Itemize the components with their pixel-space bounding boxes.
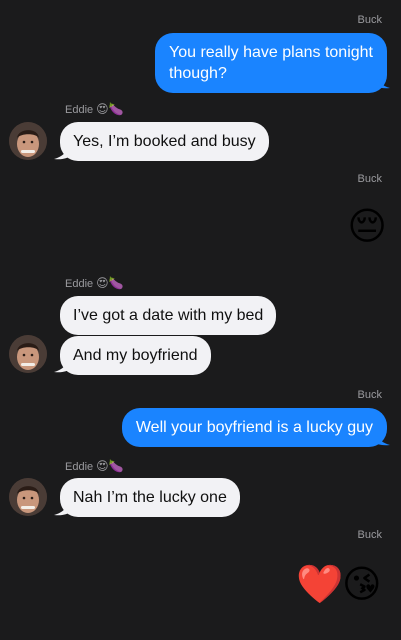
sender-emoji: 😍🍆 bbox=[96, 102, 124, 116]
chat-transcript: Buck You really have plans tonight thoug… bbox=[0, 0, 401, 640]
bubble-tail bbox=[54, 498, 70, 516]
message-bubble-incoming[interactable]: Yes, I’m booked and busy bbox=[60, 122, 269, 161]
bubble-tail bbox=[54, 355, 70, 373]
sender-name-text: Eddie bbox=[65, 461, 94, 473]
sender-name: Eddie 😍🍆 bbox=[65, 459, 124, 473]
avatar[interactable] bbox=[9, 335, 47, 373]
message-bubble-incoming[interactable]: And my boyfriend bbox=[60, 336, 211, 375]
sender-emoji: 😍🍆 bbox=[96, 459, 124, 473]
sender-name: Buck bbox=[357, 173, 382, 185]
bubble-tail bbox=[374, 71, 390, 89]
kiss-emoji[interactable]: 😘 bbox=[342, 562, 382, 606]
avatar-photo-icon bbox=[9, 122, 47, 160]
sender-name: Eddie 😍🍆 bbox=[65, 102, 124, 116]
message-bubble-incoming[interactable]: Nah I’m the lucky one bbox=[60, 478, 240, 517]
sender-name: Buck bbox=[357, 529, 382, 541]
bubble-tail bbox=[54, 142, 70, 160]
sender-name-text: Eddie bbox=[65, 104, 94, 116]
avatar[interactable] bbox=[9, 122, 47, 160]
sender-name-text: Eddie bbox=[65, 278, 94, 290]
heart-emoji[interactable]: ❤️ bbox=[296, 562, 343, 606]
avatar[interactable] bbox=[9, 478, 47, 516]
sender-emoji: 😍🍆 bbox=[96, 276, 124, 290]
bubble-tail bbox=[374, 428, 390, 446]
sender-name: Buck bbox=[357, 389, 382, 401]
avatar-photo-icon bbox=[9, 478, 47, 516]
message-bubble-outgoing[interactable]: You really have plans tonight though? bbox=[155, 33, 387, 93]
avatar-photo-icon bbox=[9, 335, 47, 373]
message-emoji[interactable]: 😔 bbox=[347, 204, 387, 248]
sender-name: Eddie 😍🍆 bbox=[65, 276, 124, 290]
message-bubble-outgoing[interactable]: Well your boyfriend is a lucky guy bbox=[121, 408, 387, 447]
sender-name: Buck bbox=[357, 14, 382, 26]
message-bubble-incoming[interactable]: I’ve got a date with my bed bbox=[60, 296, 277, 335]
